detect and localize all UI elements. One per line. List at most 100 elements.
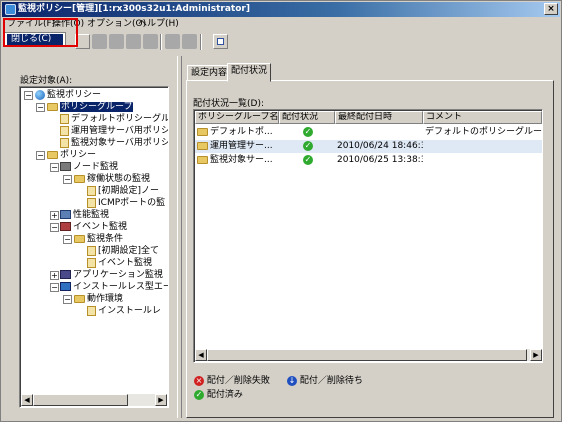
folder-icon	[74, 294, 85, 303]
tree-item[interactable]: [初期設定]全て	[87, 245, 159, 257]
tree-item[interactable]: デフォルトポリシーグループ	[60, 113, 168, 125]
tree-item[interactable]: イベント監視	[87, 257, 152, 269]
scroll-right-button[interactable]: ▶	[155, 394, 167, 406]
folder-icon	[47, 102, 58, 111]
collapse-toggle[interactable]: −	[63, 235, 72, 244]
tree-item[interactable]: ポリシー	[47, 149, 96, 161]
status-ok-icon: ✓	[303, 154, 313, 165]
collapse-toggle[interactable]: −	[24, 91, 33, 100]
scroll-right-button[interactable]: ▶	[530, 349, 542, 361]
toolbar-separator	[160, 34, 162, 50]
toolbar-button-paste[interactable]	[109, 34, 124, 49]
installless-agent-icon	[60, 282, 71, 291]
node-monitor-icon	[60, 162, 71, 171]
table-row[interactable]: デフォルトポ... ✓ デフォルトのポリシーグループ	[195, 126, 542, 139]
tree-item[interactable]: 性能監視	[60, 209, 109, 221]
column-header-last-distributed[interactable]: 最終配付日時	[335, 111, 423, 124]
tab-distribution-status[interactable]: 配付状況	[227, 63, 272, 82]
table-row[interactable]: 運用管理サー... ✓ 2010/06/24 18:46:34	[195, 140, 542, 153]
folder-icon	[74, 174, 85, 183]
policy-tree[interactable]: − 監視ポリシー − ポリシーグループ デフォルトポリシーグループ 運用管理サー…	[19, 86, 169, 408]
window-title: 監視ポリシー[管理][1:rx300s32u1:Administrator]	[18, 4, 250, 14]
folder-icon	[197, 141, 208, 150]
menu-help[interactable]: ヘルプ(H)	[138, 17, 179, 32]
toolbar-button-import[interactable]	[165, 34, 180, 49]
globe-icon	[35, 89, 45, 100]
menu-bar: ファイル(F) 操作(O) オプション(O) ヘルプ(H)	[2, 17, 560, 32]
table-row[interactable]: 監視対象サー... ✓ 2010/06/25 13:38:39	[195, 154, 542, 167]
folder-icon	[197, 127, 208, 136]
tree-item[interactable]: イベント監視	[60, 221, 127, 233]
tab-settings-content[interactable]: 設定内容	[187, 65, 232, 81]
pane-splitter[interactable]	[177, 56, 182, 418]
error-icon: ×	[194, 375, 204, 386]
expand-toggle[interactable]: +	[50, 211, 59, 220]
scroll-thumb[interactable]	[207, 349, 527, 361]
legend-waiting: ↓ 配付／削除待ち	[287, 375, 363, 386]
toolbar-button-delete[interactable]	[143, 34, 158, 49]
column-header-policy-group[interactable]: ポリシーグループ名	[195, 111, 279, 124]
column-header-comment[interactable]: コメント	[423, 111, 542, 124]
tree-item[interactable]: 監視条件	[74, 233, 123, 245]
app-icon	[5, 4, 16, 15]
legend-done: ✓ 配付済み	[194, 389, 243, 400]
scroll-left-button[interactable]: ◀	[21, 394, 33, 406]
tree-item[interactable]: インストールレス型エー	[60, 281, 168, 293]
collapse-toggle[interactable]: −	[50, 283, 59, 292]
folder-icon	[47, 150, 58, 159]
folder-icon	[74, 234, 85, 243]
document-icon	[87, 197, 96, 208]
expand-toggle[interactable]: +	[50, 271, 59, 280]
scroll-left-button[interactable]: ◀	[195, 349, 207, 361]
document-icon	[87, 245, 96, 256]
close-window-button[interactable]: ×	[544, 3, 558, 15]
document-icon	[87, 185, 96, 196]
tree-item[interactable]: インストールレ	[87, 305, 161, 317]
tree-item[interactable]: ノード監視	[60, 161, 118, 173]
distribution-list-label: 配付状況一覧(D):	[193, 99, 264, 109]
document-icon	[60, 113, 69, 124]
application-window: 監視ポリシー[管理][1:rx300s32u1:Administrator] ×…	[0, 0, 562, 422]
status-ok-icon: ✓	[303, 140, 313, 151]
performance-monitor-icon	[60, 210, 71, 219]
tree-item[interactable]: 監視対象サーバ用ポリシ	[60, 137, 168, 149]
tree-item[interactable]: ポリシーグループ	[47, 101, 134, 113]
title-bar: 監視ポリシー[管理][1:rx300s32u1:Administrator] ×	[2, 2, 560, 17]
toolbar-button-distribute[interactable]	[213, 34, 228, 49]
column-header-status[interactable]: 配付状況	[279, 111, 335, 124]
legend-failed: × 配付／削除失敗	[194, 375, 270, 386]
scroll-thumb[interactable]	[33, 394, 128, 406]
toolbar-button-export[interactable]	[182, 34, 197, 49]
status-ok-icon: ✓	[303, 126, 313, 137]
tree-item[interactable]: [初期設定]ノー	[87, 185, 159, 197]
collapse-toggle[interactable]: −	[36, 151, 45, 160]
tree-item[interactable]: 運用管理サーバ用ポリシ	[60, 125, 168, 137]
application-monitor-icon	[60, 270, 71, 279]
toolbar-separator	[200, 34, 202, 50]
document-icon	[87, 257, 96, 268]
collapse-toggle[interactable]: −	[36, 103, 45, 112]
tree-item[interactable]: 稼働状態の監視	[74, 173, 150, 185]
document-icon	[60, 137, 69, 148]
document-icon	[60, 125, 69, 136]
tree-horizontal-scrollbar[interactable]: ◀ ▶	[21, 394, 167, 406]
tree-item[interactable]: 監視ポリシー	[35, 89, 101, 101]
waiting-icon: ↓	[287, 375, 297, 386]
collapse-toggle[interactable]: −	[63, 295, 72, 304]
settings-target-label: 設定対象(A):	[20, 76, 73, 86]
distribution-status-list[interactable]: ポリシーグループ名 配付状況 最終配付日時 コメント デフォルトポ... ✓ デ…	[193, 109, 543, 363]
list-horizontal-scrollbar[interactable]: ◀ ▶	[195, 349, 542, 361]
status-ok-icon: ✓	[194, 389, 204, 400]
document-icon	[87, 305, 96, 316]
collapse-toggle[interactable]: −	[50, 163, 59, 172]
tree-item[interactable]: アプリケーション監視	[60, 269, 163, 281]
distribute-icon	[217, 38, 224, 45]
highlight-box	[3, 18, 78, 47]
event-monitor-icon	[60, 222, 71, 231]
collapse-toggle[interactable]: −	[50, 223, 59, 232]
toolbar-button-edit[interactable]	[126, 34, 141, 49]
tree-item[interactable]: 動作環境	[74, 293, 123, 305]
toolbar-button-copy[interactable]	[92, 34, 107, 49]
tree-item[interactable]: ICMPポートの監	[87, 197, 165, 209]
collapse-toggle[interactable]: −	[63, 175, 72, 184]
